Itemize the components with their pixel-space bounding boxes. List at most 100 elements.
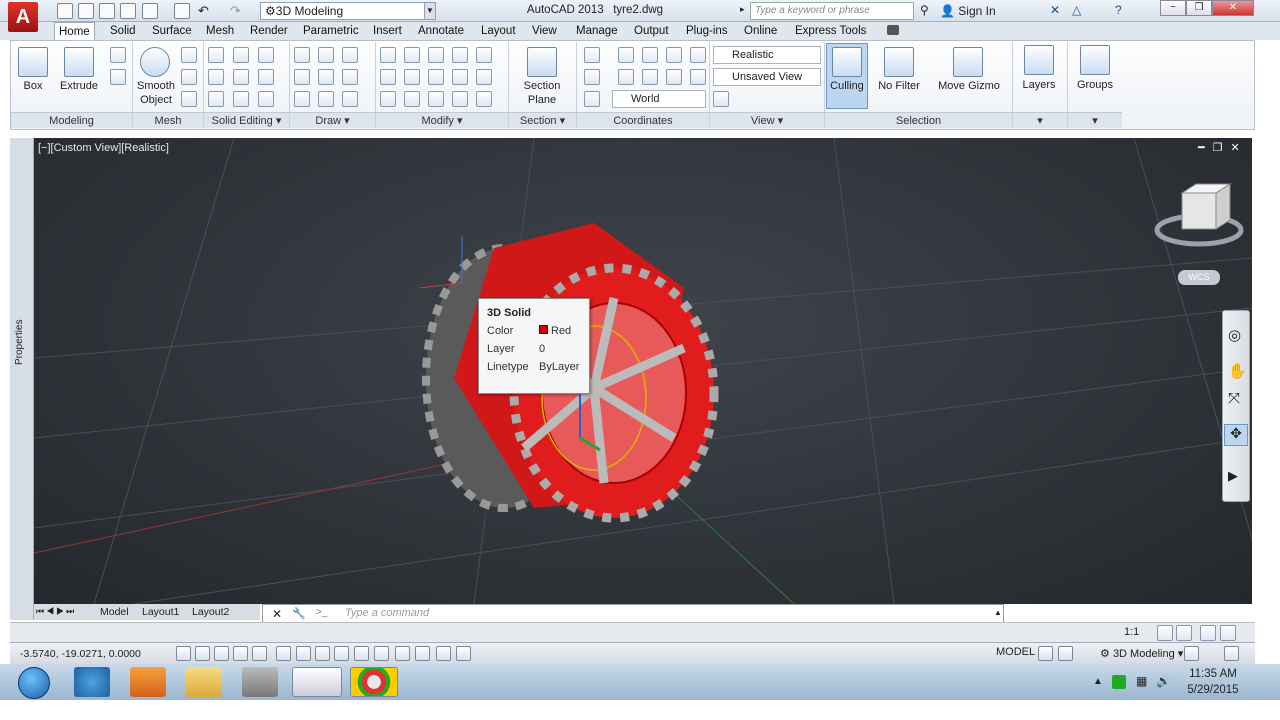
3d-array-icon[interactable] <box>476 91 492 107</box>
erase-icon[interactable] <box>452 91 468 107</box>
ucs-view-icon[interactable] <box>642 69 658 85</box>
auto-scale-icon[interactable] <box>1176 625 1192 641</box>
smooth-object-label-1[interactable]: Smooth <box>126 80 186 92</box>
stretch-icon[interactable] <box>380 91 396 107</box>
restore-button[interactable]: ❐ <box>1186 0 1212 16</box>
slice-icon[interactable] <box>233 91 249 107</box>
tab-render[interactable]: Render <box>246 22 292 40</box>
grid-display-icon[interactable] <box>214 646 229 661</box>
help-search-input[interactable]: Type a keyword or phrase <box>750 2 914 20</box>
polar-tracking-icon[interactable] <box>252 646 267 661</box>
wcs-menu[interactable]: WCS <box>1178 270 1220 285</box>
move-icon[interactable] <box>428 47 444 63</box>
extrude-button-label[interactable]: Extrude <box>49 80 109 92</box>
panel-draw-title[interactable]: Draw ▾ <box>290 112 375 128</box>
ucs-object-icon[interactable] <box>666 69 682 85</box>
ribbon-minimize-icon[interactable] <box>887 25 899 35</box>
clean-screen-icon[interactable] <box>1224 646 1239 661</box>
chrome-icon[interactable] <box>350 667 398 697</box>
minimize-button[interactable]: − <box>1160 0 1186 16</box>
object-snap-icon[interactable] <box>276 646 291 661</box>
selection-cycling-icon[interactable] <box>436 646 451 661</box>
named-view-dropdown[interactable]: Unsaved View <box>713 68 821 86</box>
shell-icon[interactable] <box>258 91 274 107</box>
undo-icon[interactable]: ↶ <box>198 3 209 19</box>
tab-plugins[interactable]: Plug-ins <box>682 22 732 40</box>
coordinate-display[interactable]: -3.5740, -19.0271, 0.0000 <box>20 648 141 660</box>
quick-view-drawings-icon[interactable] <box>1058 646 1073 661</box>
lineweight-icon[interactable] <box>374 646 389 661</box>
steering-wheel-icon[interactable]: ◎ <box>1228 326 1241 344</box>
model-space-button[interactable]: MODEL <box>996 646 1035 658</box>
panel-section-title[interactable]: Section ▾ <box>509 112 576 128</box>
tab-view[interactable]: View <box>528 22 561 40</box>
layout-nav-arrows[interactable]: ⏮◀▶⏭ <box>36 606 76 617</box>
tab-annotate[interactable]: Annotate <box>414 22 468 40</box>
volume-icon[interactable]: 🔊 <box>1156 674 1171 688</box>
ucs-face-icon[interactable] <box>584 69 600 85</box>
save-icon[interactable] <box>99 3 115 19</box>
viewport-window-controls[interactable]: ━❐✕ <box>1198 141 1248 154</box>
tab-output[interactable]: Output <box>630 22 673 40</box>
groups-icon[interactable] <box>1080 45 1110 75</box>
refine-mesh-icon[interactable] <box>181 91 197 107</box>
ucs-previous-icon[interactable] <box>618 69 634 85</box>
extrude-icon[interactable] <box>64 47 94 77</box>
close-icon[interactable]: ✕ <box>272 607 282 621</box>
viewport-config-icon[interactable] <box>713 91 729 107</box>
section-plane-icon[interactable] <box>527 47 557 77</box>
workspace-dropdown[interactable]: ⚙3D Modeling <box>260 2 436 20</box>
object-snap-tracking-icon[interactable] <box>315 646 330 661</box>
plot-icon[interactable] <box>142 3 158 19</box>
offset-icon[interactable] <box>428 91 444 107</box>
ucs-z-icon[interactable] <box>690 47 706 63</box>
dynamic-ucs-icon[interactable] <box>334 646 349 661</box>
3d-mirror-icon[interactable] <box>452 69 468 85</box>
3d-polyline-icon[interactable] <box>318 69 334 85</box>
visual-style-dropdown[interactable]: Realistic <box>713 46 821 64</box>
redo-icon[interactable]: ↷ <box>230 3 241 19</box>
dynamic-input-icon[interactable] <box>354 646 369 661</box>
scale-icon[interactable] <box>404 91 420 107</box>
autodesk-360-icon[interactable]: △ <box>1072 3 1081 17</box>
toolbar-lock-icon[interactable] <box>1184 646 1199 661</box>
tab-surface[interactable]: Surface <box>148 22 196 40</box>
clock-time[interactable]: 11:35 AM <box>1183 668 1243 680</box>
snap-mode-icon[interactable] <box>195 646 210 661</box>
open-file-icon[interactable] <box>78 3 94 19</box>
viewcube[interactable] <box>1154 183 1244 247</box>
workspace-switching[interactable]: ⚙ 3D Modeling ▾ <box>1100 647 1183 660</box>
tab-express-tools[interactable]: Express Tools <box>791 22 870 40</box>
network-app-icon[interactable] <box>242 667 278 697</box>
infer-constraints-icon[interactable] <box>176 646 191 661</box>
tab-model[interactable]: Model <box>100 606 129 618</box>
properties-label[interactable]: Properties <box>14 319 25 365</box>
ucs-icon[interactable] <box>584 47 600 63</box>
ucs-world-icon[interactable] <box>618 47 634 63</box>
ucs-x-icon[interactable] <box>642 47 658 63</box>
polysolid-icon[interactable] <box>110 69 126 85</box>
rectangle-icon[interactable] <box>318 91 334 107</box>
mirror-icon[interactable] <box>404 69 420 85</box>
annotation-monitor-icon[interactable] <box>456 646 471 661</box>
polygon-icon[interactable] <box>294 91 310 107</box>
section-plane-label-2[interactable]: Plane <box>512 94 572 106</box>
arc-icon[interactable] <box>342 47 358 63</box>
rotate-icon[interactable] <box>428 69 444 85</box>
presspull-icon[interactable] <box>110 47 126 63</box>
search-expand-icon[interactable]: ▸ <box>740 4 745 15</box>
orbit-icon[interactable]: ✥ <box>1224 424 1248 446</box>
ucs-dropdown[interactable]: World <box>612 90 706 108</box>
tab-mesh[interactable]: Mesh <box>202 22 238 40</box>
properties-palette-strip[interactable] <box>10 138 34 620</box>
panel-modeling-title[interactable]: Modeling <box>11 112 132 128</box>
internet-explorer-icon[interactable] <box>74 667 110 697</box>
polyline-icon[interactable] <box>318 47 334 63</box>
new-file-icon[interactable] <box>57 3 73 19</box>
circle-icon[interactable] <box>342 69 358 85</box>
tab-solid[interactable]: Solid <box>106 22 140 40</box>
wrench-icon[interactable]: 🔧 <box>292 607 306 620</box>
save-as-icon[interactable] <box>120 3 136 19</box>
print-icon[interactable] <box>174 3 190 19</box>
ucs-y-icon[interactable] <box>666 47 682 63</box>
